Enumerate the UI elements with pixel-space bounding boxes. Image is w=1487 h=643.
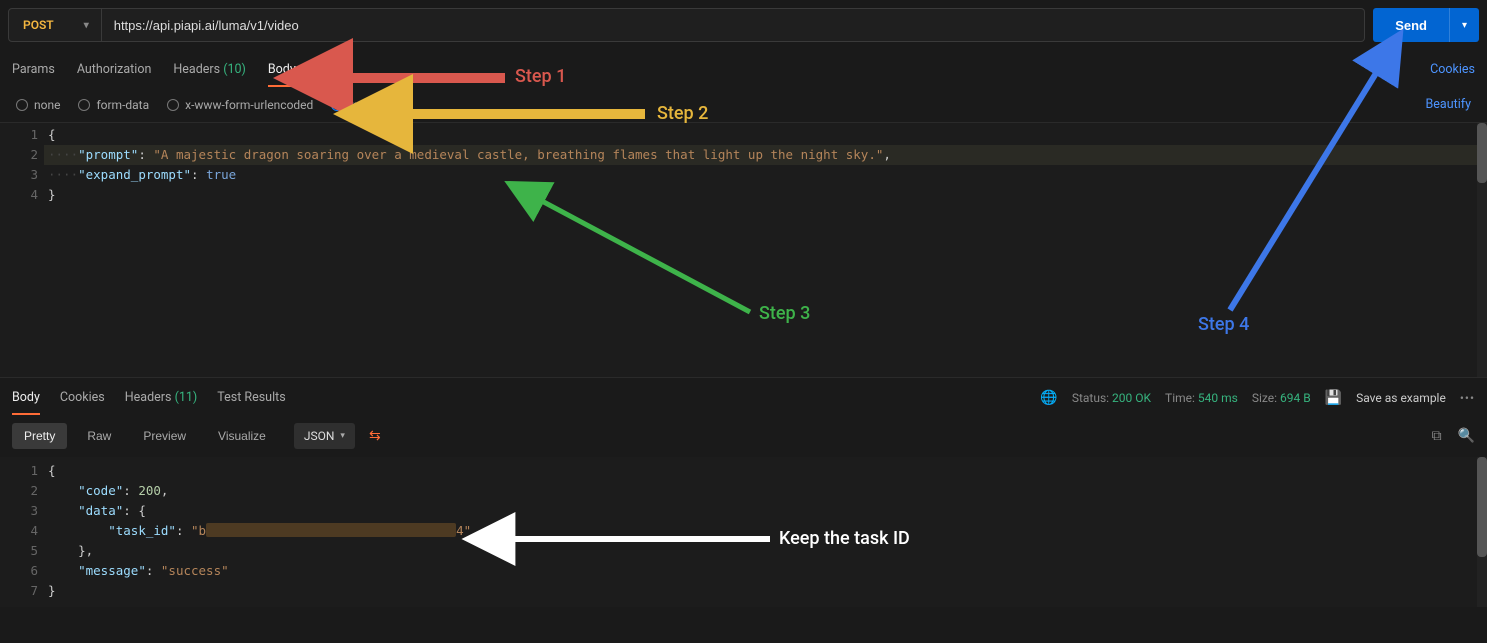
body-type-form-data[interactable]: form-data: [78, 98, 149, 112]
body-type-raw[interactable]: raw: [331, 98, 368, 112]
radio-icon: [78, 99, 90, 111]
redacted-task-id: [206, 523, 456, 537]
radio-icon: [167, 99, 179, 111]
send-button[interactable]: Send: [1373, 8, 1449, 42]
chevron-down-icon: ▾: [84, 20, 89, 31]
response-format-select[interactable]: JSON ▾: [294, 423, 355, 449]
step3-label: Step 3: [759, 303, 810, 324]
wrap-lines-icon[interactable]: ⇆: [369, 428, 381, 444]
more-icon[interactable]: •••: [1460, 391, 1475, 405]
body-type-x-www-form-urlencoded[interactable]: x-www-form-urlencoded: [167, 98, 313, 112]
tab-body[interactable]: Body •: [268, 56, 307, 83]
radio-icon: [331, 99, 343, 111]
view-raw[interactable]: Raw: [75, 423, 123, 449]
save-as-example[interactable]: Save as example: [1356, 391, 1446, 405]
headers-count: (10): [223, 62, 246, 77]
time-value: 540 ms: [1198, 391, 1238, 405]
step2-label: Step 2: [657, 103, 708, 124]
body-type-none[interactable]: none: [16, 98, 60, 112]
response-tab-test-results[interactable]: Test Results: [217, 386, 285, 409]
gutter: 1234567: [0, 459, 48, 607]
scrollbar[interactable]: [1477, 123, 1487, 377]
tab-authorization[interactable]: Authorization: [77, 56, 152, 83]
tab-headers[interactable]: Headers (10): [173, 56, 246, 83]
response-body-viewer[interactable]: 1234567 { "code": 200, "data": { "task_i…: [0, 457, 1487, 607]
radio-icon: [16, 99, 28, 111]
http-method-label: POST: [23, 18, 54, 32]
response-tab-headers[interactable]: Headers (11): [125, 386, 198, 409]
cookies-link[interactable]: Cookies: [1430, 62, 1475, 77]
chevron-down-icon: ▾: [340, 431, 345, 441]
status-value: 200 OK: [1112, 391, 1151, 405]
copy-icon[interactable]: ⧉: [1432, 428, 1442, 444]
beautify-link[interactable]: Beautify: [1426, 97, 1472, 112]
view-visualize[interactable]: Visualize: [206, 423, 278, 449]
request-body-editor[interactable]: 1234 { ····"prompt": "A majestic dragon …: [0, 123, 1487, 377]
step1-label: Step 1: [515, 66, 566, 87]
view-preview[interactable]: Preview: [131, 423, 198, 449]
tab-params[interactable]: Params: [12, 56, 55, 83]
view-pretty[interactable]: Pretty: [12, 423, 67, 449]
response-tab-body[interactable]: Body: [12, 386, 40, 409]
keep-task-id-label: Keep the task ID: [779, 528, 910, 549]
network-icon: 🌐: [1040, 390, 1057, 406]
scrollbar[interactable]: [1477, 457, 1487, 607]
save-icon[interactable]: 💾: [1325, 390, 1342, 406]
url-input[interactable]: [102, 8, 1365, 42]
send-dropdown[interactable]: ▾: [1449, 8, 1479, 42]
http-method-select[interactable]: POST ▾: [8, 8, 102, 42]
body-dirty-dot: •: [302, 59, 307, 78]
size-value: 694 B: [1280, 391, 1311, 405]
step4-label: Step 4: [1198, 314, 1249, 335]
response-tab-cookies[interactable]: Cookies: [60, 386, 105, 409]
gutter: 1234: [0, 123, 48, 377]
response-headers-count: (11): [175, 390, 198, 405]
search-icon[interactable]: 🔍: [1458, 428, 1475, 444]
